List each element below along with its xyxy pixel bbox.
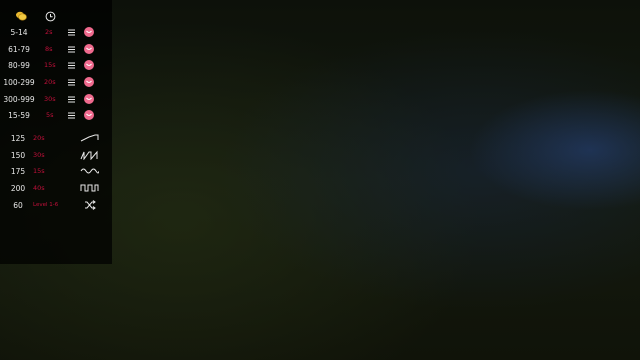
- range-row-6: 15-59 5s: [0, 108, 112, 122]
- smiley-icon: [84, 44, 94, 54]
- range-label: 80-99: [8, 60, 30, 70]
- sawtooth-wave-icon: [80, 150, 98, 160]
- pattern-value: 20s: [33, 134, 45, 142]
- smiley-icon: [84, 77, 94, 87]
- shuffle-icon: [85, 200, 96, 210]
- range-label: 100-299: [3, 77, 35, 87]
- pattern-value: 40s: [33, 184, 45, 192]
- menu-icon: [68, 62, 75, 68]
- sine-wave-icon: [80, 168, 99, 174]
- pattern-row-5: 60 Level 1-6: [0, 198, 112, 212]
- smiley-icon: [84, 60, 94, 70]
- menu-icon: [68, 46, 75, 52]
- range-value: 15s: [44, 61, 56, 69]
- range-row-1: 5-14 2s: [0, 25, 112, 39]
- square-wave-icon: [80, 184, 99, 192]
- pattern-row-3: 175 15s: [0, 164, 112, 178]
- range-row-5: 300-999 30s: [0, 92, 112, 106]
- menu-icon: [68, 96, 75, 102]
- pattern-row-1: 125 20s: [0, 131, 112, 145]
- pattern-label: 175: [10, 166, 26, 176]
- clock-icon: [43, 9, 57, 23]
- range-value: 8s: [45, 45, 53, 53]
- pattern-row-2: 150 30s: [0, 148, 112, 162]
- range-row-3: 80-99 15s: [0, 58, 112, 72]
- range-row-4: 100-299 20s: [0, 75, 112, 89]
- pattern-label: 60: [13, 200, 23, 210]
- range-label: 300-999: [3, 94, 35, 104]
- range-value: 2s: [45, 28, 53, 36]
- smiley-icon: [84, 110, 94, 120]
- ramp-wave-icon: [80, 134, 99, 142]
- pattern-label: 125: [10, 133, 26, 143]
- menu-icon: [68, 29, 75, 35]
- range-label: 61-79: [8, 44, 30, 54]
- menu-icon: [68, 79, 75, 85]
- pattern-label: 150: [10, 150, 26, 160]
- coins-icon: [14, 9, 28, 23]
- range-row-2: 61-79 8s: [0, 42, 112, 56]
- pattern-value: 15s: [33, 167, 45, 175]
- tip-menu-panel: 5-14 2s 61-79 8s 80-99 15s 100-299 20s 3…: [0, 0, 112, 264]
- menu-icon: [68, 112, 75, 118]
- pattern-value: Level 1-6: [33, 202, 59, 208]
- range-value: 20s: [44, 78, 56, 86]
- pattern-row-4: 200 40s: [0, 181, 112, 195]
- pattern-value: 30s: [33, 151, 45, 159]
- pattern-label: 200: [10, 183, 26, 193]
- range-value: 30s: [44, 95, 56, 103]
- range-value: 5s: [46, 111, 54, 119]
- smiley-icon: [84, 27, 94, 37]
- range-label: 5-14: [10, 27, 28, 37]
- range-label: 15-59: [8, 110, 30, 120]
- smiley-icon: [84, 94, 94, 104]
